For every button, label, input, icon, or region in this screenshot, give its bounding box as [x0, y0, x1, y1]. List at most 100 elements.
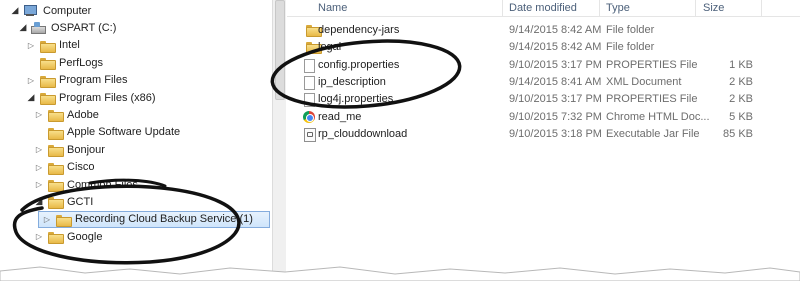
- folder-icon: [48, 196, 64, 210]
- file-row[interactable]: rp_clouddownload 9/10/2015 3:18 PM Executa…: [287, 126, 800, 143]
- tree-item-label: OSPART (C:): [51, 21, 117, 34]
- tree-item-label: GCTI: [67, 195, 94, 208]
- document-icon: [304, 75, 315, 90]
- expand-closed-icon[interactable]: ▷: [26, 41, 36, 50]
- expand-closed-icon[interactable]: ▷: [34, 232, 44, 241]
- expand-closed-icon[interactable]: ▷: [34, 163, 44, 172]
- column-divider[interactable]: [502, 0, 503, 17]
- file-name: log4j.properties: [318, 93, 394, 106]
- file-date: 9/10/2015 3:17 PM: [509, 58, 602, 71]
- tree-item[interactable]: Apple Software Update: [34, 124, 180, 141]
- file-row[interactable]: legal 9/14/2015 8:42 AM File folder: [287, 39, 800, 56]
- tree-item-label: Apple Software Update: [67, 126, 181, 139]
- file-name: dependency-jars: [318, 24, 400, 36]
- file-size: 85 KB: [723, 127, 753, 140]
- tree-item[interactable]: ▷ Intel: [26, 37, 80, 54]
- document-icon: [304, 93, 315, 108]
- tree-item[interactable]: ◢ Program Files (x86): [26, 89, 156, 106]
- tree-item[interactable]: PerfLogs: [26, 54, 103, 71]
- expand-closed-icon[interactable]: ▷: [34, 180, 44, 189]
- file-row[interactable]: read_me 9/10/2015 7:32 PM Chrome HTML Doc.…: [287, 109, 800, 126]
- document-icon: [304, 58, 315, 73]
- file-date: 9/10/2015 3:17 PM: [509, 93, 602, 106]
- file-name: rp_clouddownload: [318, 127, 408, 140]
- expand-open-icon[interactable]: ◢: [10, 5, 20, 16]
- tree-item-label: Google: [67, 230, 103, 243]
- expand-open-icon[interactable]: ◢: [26, 92, 36, 103]
- file-name: config.properties: [318, 58, 400, 71]
- file-date: 9/10/2015 3:18 PM: [509, 127, 602, 140]
- folder-icon: [48, 179, 64, 192]
- tree-item[interactable]: ▷ Recording Cloud Backup Service (1): [38, 210, 270, 228]
- file-size: 2 KB: [729, 93, 753, 106]
- tree-item-label: Bonjour: [67, 143, 105, 156]
- tree-item-label: Program Files (x86): [59, 91, 156, 104]
- column-divider[interactable]: [761, 0, 762, 17]
- column-divider[interactable]: [695, 0, 696, 17]
- navigation-pane: ◢ Computer ◢ OSPART (C:) ▷ Intel PerfLogs ▷ Prog…: [0, 0, 272, 281]
- drive-icon: [30, 21, 46, 34]
- file-name: legal: [318, 41, 342, 54]
- folder-icon: [40, 92, 56, 105]
- tree-item[interactable]: ◢ OSPART (C:): [18, 19, 116, 36]
- torn-edge: [0, 266, 800, 281]
- tree-item[interactable]: ▷ Google: [34, 228, 102, 245]
- tree-item[interactable]: ◢ Computer: [10, 2, 91, 19]
- expand-open-icon[interactable]: ◢: [18, 22, 28, 33]
- file-date: 9/10/2015 7:32 PM: [509, 110, 602, 123]
- file-date: 9/14/2015 8:42 AM: [509, 41, 602, 54]
- tree-item[interactable]: ◢ GCTI: [34, 193, 93, 210]
- expand-closed-icon[interactable]: ▷: [34, 145, 44, 154]
- folder-icon: [48, 127, 64, 140]
- tree-item-label: Program Files: [59, 74, 128, 87]
- expand-open-icon[interactable]: ◢: [34, 196, 44, 207]
- file-type: File folder: [606, 41, 655, 54]
- file-size: 1 KB: [729, 58, 753, 71]
- folder-icon: [48, 162, 64, 175]
- file-type: Chrome HTML Doc...: [606, 110, 710, 123]
- folder-icon: [40, 75, 56, 88]
- tree-item[interactable]: ▷ Adobe: [34, 106, 99, 123]
- column-name[interactable]: Name: [318, 2, 347, 14]
- tree-item[interactable]: ▷ Cisco: [34, 159, 95, 176]
- column-type[interactable]: Type: [606, 2, 630, 14]
- chrome-icon: [303, 110, 315, 123]
- folder-icon: [56, 214, 72, 227]
- tree-item-label: Computer: [43, 4, 92, 17]
- file-row[interactable]: dependency-jars 9/14/2015 8:42 AM File fol…: [287, 22, 800, 39]
- file-row[interactable]: log4j.properties 9/10/2015 3:17 PM PROPERT…: [287, 91, 800, 108]
- file-row[interactable]: ip_description 9/14/2015 8:41 AM XML Docum…: [287, 74, 800, 91]
- navigation-scrollbar[interactable]: [272, 0, 286, 281]
- file-type: Executable Jar File: [606, 127, 700, 140]
- file-type: File folder: [606, 24, 655, 36]
- file-size: 2 KB: [729, 75, 753, 88]
- file-name: ip_description: [318, 75, 386, 88]
- tree-item-label: Common Files: [67, 178, 138, 191]
- folder-icon: [48, 144, 64, 158]
- folder-icon: [40, 40, 56, 53]
- tree-item-label: Cisco: [67, 161, 95, 174]
- column-date-modified[interactable]: Date modified: [509, 2, 577, 14]
- expand-closed-icon[interactable]: ▷: [42, 215, 52, 224]
- expand-closed-icon[interactable]: ▷: [34, 110, 44, 119]
- tree-item-label: Intel: [59, 39, 80, 52]
- scrollbar-thumb[interactable]: [275, 0, 285, 100]
- file-list-pane: Name Date modified Type Size dependency-…: [287, 0, 800, 281]
- tree-item[interactable]: ▷ Common Files: [34, 176, 138, 193]
- jar-icon: [304, 127, 316, 142]
- file-type: XML Document: [606, 75, 682, 88]
- file-date: 9/14/2015 8:42 AM: [509, 24, 602, 36]
- tree-item[interactable]: ▷ Program Files: [26, 72, 127, 89]
- expand-closed-icon[interactable]: ▷: [26, 76, 36, 85]
- computer-icon: [22, 4, 38, 17]
- explorer-window: ◢ Computer ◢ OSPART (C:) ▷ Intel PerfLogs ▷ Prog…: [0, 0, 800, 281]
- column-size[interactable]: Size: [703, 2, 724, 14]
- file-row[interactable]: config.properties 9/10/2015 3:17 PM PROPER…: [287, 57, 800, 74]
- file-type: PROPERTIES File: [606, 58, 698, 71]
- column-header: Name Date modified Type Size: [287, 0, 800, 17]
- file-type: PROPERTIES File: [606, 93, 698, 106]
- tree-item[interactable]: ▷ Bonjour: [34, 141, 105, 158]
- folder-icon: [48, 231, 64, 245]
- folder-icon: [48, 109, 64, 123]
- column-divider[interactable]: [599, 0, 600, 17]
